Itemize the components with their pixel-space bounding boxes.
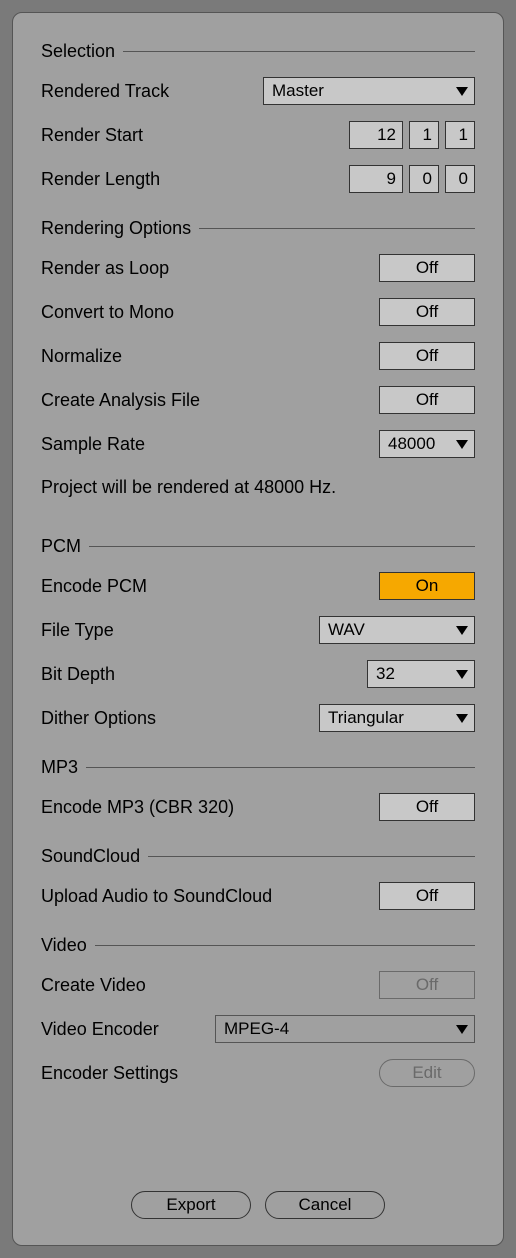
render-start-group: 12 1 1 bbox=[349, 121, 475, 149]
section-header-mp3: MP3 bbox=[41, 757, 475, 778]
rendered-track-label: Rendered Track bbox=[41, 81, 169, 102]
video-encoder-dropdown[interactable]: MPEG-4 bbox=[215, 1015, 475, 1043]
divider bbox=[89, 546, 475, 547]
chevron-down-icon bbox=[456, 670, 468, 679]
normalize-label: Normalize bbox=[41, 346, 122, 367]
render-start-sixteenths[interactable]: 1 bbox=[445, 121, 475, 149]
section-header-rendering: Rendering Options bbox=[41, 218, 475, 239]
render-start-label: Render Start bbox=[41, 125, 143, 146]
section-title: PCM bbox=[41, 536, 81, 557]
rendered-track-dropdown[interactable]: Master bbox=[263, 77, 475, 105]
section-title: Video bbox=[41, 935, 87, 956]
chevron-down-icon bbox=[456, 440, 468, 449]
convert-mono-toggle[interactable]: Off bbox=[379, 298, 475, 326]
render-length-sixteenths[interactable]: 0 bbox=[445, 165, 475, 193]
bit-depth-label: Bit Depth bbox=[41, 664, 115, 685]
chevron-down-icon bbox=[456, 626, 468, 635]
encode-mp3-toggle[interactable]: Off bbox=[379, 793, 475, 821]
section-title: Rendering Options bbox=[41, 218, 191, 239]
analysis-file-toggle[interactable]: Off bbox=[379, 386, 475, 414]
bit-depth-dropdown[interactable]: 32 bbox=[367, 660, 475, 688]
render-start-beats[interactable]: 1 bbox=[409, 121, 439, 149]
render-as-loop-toggle[interactable]: Off bbox=[379, 254, 475, 282]
divider bbox=[148, 856, 475, 857]
dither-label: Dither Options bbox=[41, 708, 156, 729]
dropdown-value: 32 bbox=[376, 664, 395, 684]
encode-mp3-label: Encode MP3 (CBR 320) bbox=[41, 797, 234, 818]
encode-pcm-toggle[interactable]: On bbox=[379, 572, 475, 600]
section-title: MP3 bbox=[41, 757, 78, 778]
section-header-selection: Selection bbox=[41, 41, 475, 62]
export-button[interactable]: Export bbox=[131, 1191, 251, 1219]
dither-dropdown[interactable]: Triangular bbox=[319, 704, 475, 732]
upload-soundcloud-label: Upload Audio to SoundCloud bbox=[41, 886, 272, 907]
chevron-down-icon bbox=[456, 714, 468, 723]
render-length-bars[interactable]: 9 bbox=[349, 165, 403, 193]
section-title: SoundCloud bbox=[41, 846, 140, 867]
file-type-dropdown[interactable]: WAV bbox=[319, 616, 475, 644]
create-video-label: Create Video bbox=[41, 975, 146, 996]
analysis-file-label: Create Analysis File bbox=[41, 390, 200, 411]
dropdown-value: MPEG-4 bbox=[224, 1019, 289, 1039]
sample-rate-label: Sample Rate bbox=[41, 434, 145, 455]
export-dialog: Selection Rendered Track Master Render S… bbox=[12, 12, 504, 1246]
chevron-down-icon bbox=[456, 1025, 468, 1034]
encode-pcm-label: Encode PCM bbox=[41, 576, 147, 597]
sample-rate-info: Project will be rendered at 48000 Hz. bbox=[41, 477, 475, 498]
render-length-beats[interactable]: 0 bbox=[409, 165, 439, 193]
section-header-video: Video bbox=[41, 935, 475, 956]
dropdown-value: 48000 bbox=[388, 434, 435, 454]
normalize-toggle[interactable]: Off bbox=[379, 342, 475, 370]
render-length-group: 9 0 0 bbox=[349, 165, 475, 193]
divider bbox=[95, 945, 475, 946]
render-start-bars[interactable]: 12 bbox=[349, 121, 403, 149]
encoder-settings-edit-button: Edit bbox=[379, 1059, 475, 1087]
convert-mono-label: Convert to Mono bbox=[41, 302, 174, 323]
dropdown-value: Triangular bbox=[328, 708, 404, 728]
chevron-down-icon bbox=[456, 87, 468, 96]
render-length-label: Render Length bbox=[41, 169, 160, 190]
divider bbox=[123, 51, 475, 52]
dialog-footer: Export Cancel bbox=[41, 1191, 475, 1225]
render-as-loop-label: Render as Loop bbox=[41, 258, 169, 279]
divider bbox=[86, 767, 475, 768]
file-type-label: File Type bbox=[41, 620, 114, 641]
create-video-toggle: Off bbox=[379, 971, 475, 999]
dropdown-value: WAV bbox=[328, 620, 365, 640]
divider bbox=[199, 228, 475, 229]
upload-soundcloud-toggle[interactable]: Off bbox=[379, 882, 475, 910]
section-header-pcm: PCM bbox=[41, 536, 475, 557]
dropdown-value: Master bbox=[272, 81, 324, 101]
cancel-button[interactable]: Cancel bbox=[265, 1191, 385, 1219]
sample-rate-dropdown[interactable]: 48000 bbox=[379, 430, 475, 458]
section-header-soundcloud: SoundCloud bbox=[41, 846, 475, 867]
video-encoder-label: Video Encoder bbox=[41, 1019, 159, 1040]
encoder-settings-label: Encoder Settings bbox=[41, 1063, 178, 1084]
section-title: Selection bbox=[41, 41, 115, 62]
